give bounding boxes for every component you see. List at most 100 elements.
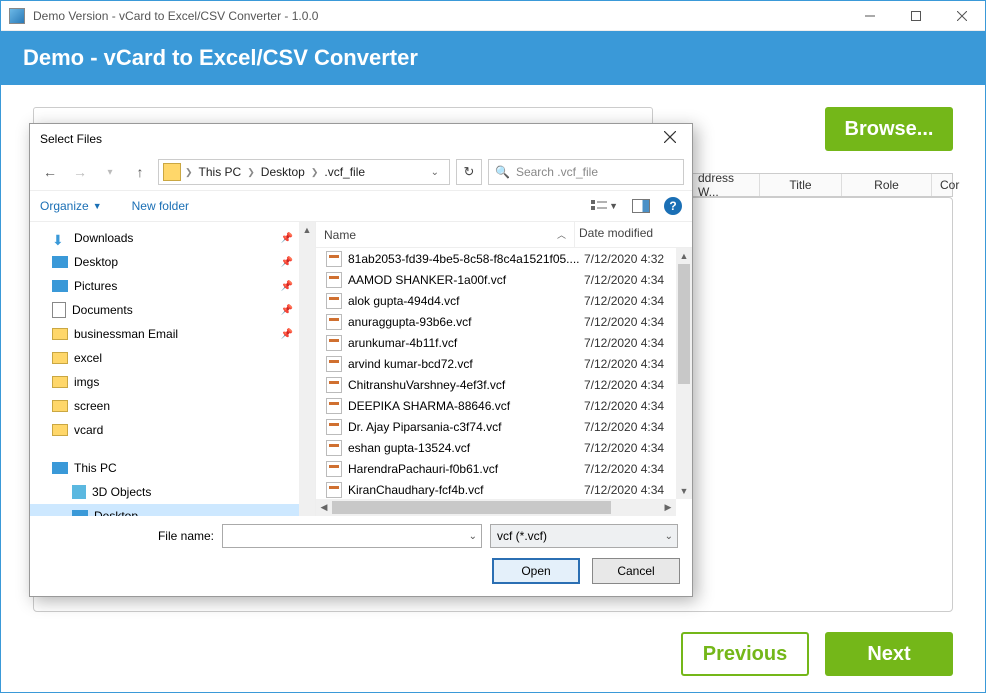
open-button[interactable]: Open	[492, 558, 580, 584]
banner-title: Demo - vCard to Excel/CSV Converter	[23, 45, 418, 71]
file-row[interactable]: AAMOD SHANKER-1a00f.vcf7/12/2020 4:34	[316, 269, 692, 290]
address-dropdown[interactable]: ⌄	[425, 167, 445, 178]
tree-item[interactable]: Pictures📌	[30, 274, 315, 298]
maximize-icon	[911, 11, 921, 21]
file-name: arvind kumar-bcd72.vcf	[348, 357, 580, 371]
breadcrumb-root[interactable]: This PC	[197, 165, 244, 179]
file-row[interactable]: HarendraPachauri-f0b61.vcf7/12/2020 4:34	[316, 458, 692, 479]
window-title: Demo Version - vCard to Excel/CSV Conver…	[33, 9, 318, 23]
file-row[interactable]: Dr. Ajay Piparsania-c3f74.vcf7/12/2020 4…	[316, 416, 692, 437]
tree-item[interactable]: businessman Email📌	[30, 322, 315, 346]
scroll-up-icon[interactable]: ▲	[299, 222, 315, 238]
nav-tree[interactable]: ⬇Downloads📌Desktop📌Pictures📌Documents📌bu…	[30, 222, 316, 516]
dialog-body: ⬇Downloads📌Desktop📌Pictures📌Documents📌bu…	[30, 222, 692, 516]
file-row[interactable]: arvind kumar-bcd72.vcf7/12/2020 4:34	[316, 353, 692, 374]
previous-button[interactable]: Previous	[681, 632, 809, 676]
col-address[interactable]: ddress W...	[690, 174, 760, 196]
tree-item[interactable]: This PC⌄	[30, 456, 315, 480]
file-row[interactable]: ChitranshuVarshney-4ef3f.vcf7/12/2020 4:…	[316, 374, 692, 395]
next-button[interactable]: Next	[825, 632, 953, 676]
filename-input[interactable]: ⌄	[222, 524, 482, 548]
chevron-right-icon: ❯	[311, 167, 319, 178]
tree-item[interactable]: screen	[30, 394, 315, 418]
scroll-right-icon[interactable]: ▶	[660, 499, 676, 516]
scroll-up-icon[interactable]: ▲	[676, 248, 692, 264]
file-list[interactable]: 81ab2053-fd39-4be5-8c58-f8c4a1521f05....…	[316, 248, 692, 516]
fold-icon	[52, 328, 68, 340]
titlebar[interactable]: Demo Version - vCard to Excel/CSV Conver…	[1, 1, 985, 31]
file-row[interactable]: KiranChaudhary-fcf4b.vcf7/12/2020 4:34	[316, 479, 692, 500]
file-name: alok gupta-494d4.vcf	[348, 294, 580, 308]
nav-back-button[interactable]: ←	[38, 160, 62, 184]
help-button[interactable]: ?	[664, 197, 682, 215]
minimize-button[interactable]	[847, 1, 893, 31]
nav-forward-button[interactable]: →	[68, 160, 92, 184]
tree-item[interactable]: Desktop⌄	[30, 504, 315, 516]
file-row[interactable]: DEEPIKA SHARMA-88646.vcf7/12/2020 4:34	[316, 395, 692, 416]
nav-recent-button[interactable]: ▾	[98, 160, 122, 184]
organize-menu[interactable]: Organize ▼	[40, 199, 102, 213]
col-title[interactable]: Title	[760, 174, 842, 196]
tree-scrollbar[interactable]: ▲	[299, 222, 315, 516]
maximize-button[interactable]	[893, 1, 939, 31]
breadcrumb-seg2[interactable]: .vcf_file	[322, 165, 367, 179]
dialog-nav: ← → ▾ ↑ ❯ This PC ❯ Desktop ❯ .vcf_file …	[30, 154, 692, 190]
footer-buttons: Previous Next	[681, 632, 953, 676]
grid-header: ddress W... Title Role Cor	[689, 173, 953, 197]
file-list-hscroll[interactable]: ◀ ▶	[316, 499, 676, 516]
tree-item-label: vcard	[74, 423, 103, 437]
breadcrumb-seg1[interactable]: Desktop	[259, 165, 307, 179]
close-icon	[664, 131, 676, 143]
preview-pane-button[interactable]	[632, 199, 650, 213]
dialog-titlebar[interactable]: Select Files	[30, 124, 692, 154]
chevron-down-icon[interactable]: ⌄	[665, 531, 673, 542]
tree-item-label: businessman Email	[74, 327, 178, 341]
close-icon	[957, 11, 967, 21]
dialog-close-button[interactable]	[658, 128, 682, 150]
file-open-dialog: Select Files ← → ▾ ↑ ❯ This PC ❯ Desktop…	[29, 123, 693, 597]
tree-item[interactable]: ⬇Downloads📌	[30, 226, 315, 250]
tree-item[interactable]: vcard	[30, 418, 315, 442]
scroll-thumb[interactable]	[678, 264, 690, 384]
col-cor[interactable]: Cor	[932, 174, 967, 196]
vcf-file-icon	[326, 440, 342, 456]
vcf-file-icon	[326, 251, 342, 267]
filetype-filter[interactable]: vcf (*.vcf) ⌄	[490, 524, 678, 548]
view-mode-button[interactable]: ▼	[591, 200, 618, 212]
pic-icon	[52, 280, 68, 292]
file-pane: Name ︿ Date modified 81ab2053-fd39-4be5-…	[316, 222, 692, 516]
file-row[interactable]: 81ab2053-fd39-4be5-8c58-f8c4a1521f05....…	[316, 248, 692, 269]
address-bar[interactable]: ❯ This PC ❯ Desktop ❯ .vcf_file ⌄	[158, 159, 450, 185]
scroll-left-icon[interactable]: ◀	[316, 499, 332, 516]
browse-button[interactable]: Browse...	[825, 107, 953, 151]
tree-item[interactable]: 3D Objects	[30, 480, 315, 504]
scroll-down-icon[interactable]: ▼	[676, 483, 692, 499]
vcf-file-icon	[326, 461, 342, 477]
refresh-button[interactable]: ↻	[456, 159, 482, 185]
chevron-down-icon[interactable]: ⌄	[469, 531, 477, 542]
cancel-button[interactable]: Cancel	[592, 558, 680, 584]
search-input[interactable]: 🔍 Search .vcf_file	[488, 159, 684, 185]
file-row[interactable]: anuraggupta-93b6e.vcf7/12/2020 4:34	[316, 311, 692, 332]
file-row[interactable]: alok gupta-494d4.vcf7/12/2020 4:34	[316, 290, 692, 311]
column-name[interactable]: Name ︿	[316, 222, 574, 247]
tree-item-label: Desktop	[74, 255, 118, 269]
file-row[interactable]: eshan gupta-13524.vcf7/12/2020 4:34	[316, 437, 692, 458]
3d-icon	[72, 485, 86, 499]
tree-item[interactable]: excel	[30, 346, 315, 370]
new-folder-button[interactable]: New folder	[132, 199, 189, 213]
column-date[interactable]: Date modified	[574, 222, 692, 247]
tree-item[interactable]: Desktop📌	[30, 250, 315, 274]
tree-item[interactable]: Documents📌	[30, 298, 315, 322]
scroll-thumb[interactable]	[332, 501, 611, 514]
file-name: Dr. Ajay Piparsania-c3f74.vcf	[348, 420, 580, 434]
nav-up-button[interactable]: ↑	[128, 160, 152, 184]
file-list-vscroll[interactable]: ▲ ▼	[676, 248, 692, 499]
col-role[interactable]: Role	[842, 174, 932, 196]
tree-item[interactable]: imgs	[30, 370, 315, 394]
file-name: ChitranshuVarshney-4ef3f.vcf	[348, 378, 580, 392]
tree-item-label: Pictures	[74, 279, 117, 293]
vcf-file-icon	[326, 293, 342, 309]
close-button[interactable]	[939, 1, 985, 31]
file-row[interactable]: arunkumar-4b11f.vcf7/12/2020 4:34	[316, 332, 692, 353]
